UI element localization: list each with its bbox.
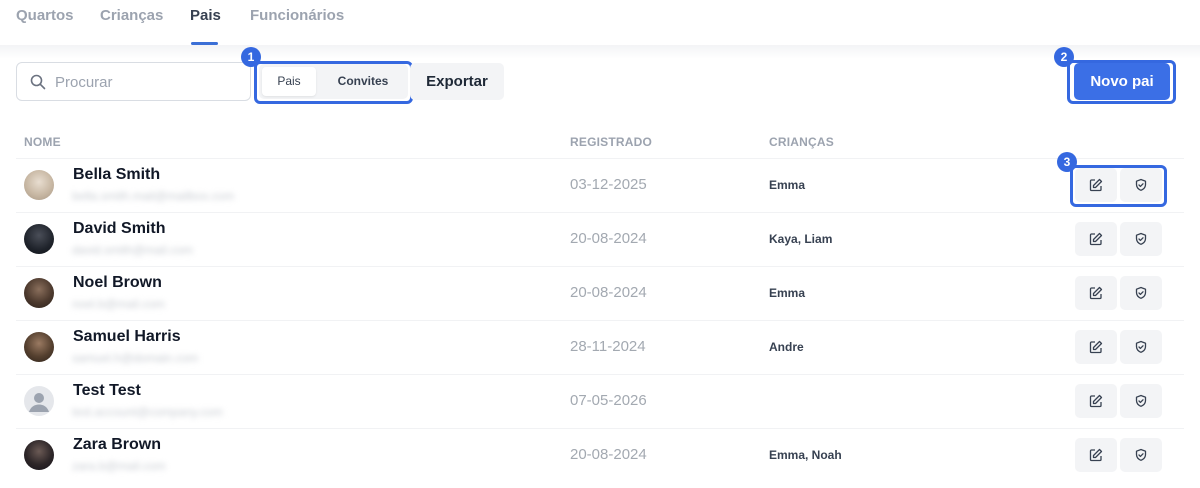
shield-icon	[1135, 286, 1147, 299]
row-divider	[16, 158, 1184, 159]
edit-button[interactable]	[1075, 438, 1117, 472]
tab-divider	[0, 45, 1200, 59]
column-header-registered: REGISTRADO	[570, 135, 653, 149]
avatar	[24, 170, 54, 200]
tab-bar: Quartos Crianças Pais Funcionários	[0, 0, 1200, 46]
parent-name[interactable]: Test Test	[73, 382, 141, 400]
parent-email: bella.smith.mail@mailbox.com	[72, 189, 235, 203]
children-list: Andre	[769, 340, 804, 354]
avatar	[24, 332, 54, 362]
row-divider	[16, 374, 1184, 375]
table-row: Bella Smith bella.smith.mail@mailbox.com…	[0, 158, 1200, 212]
tab-funcionarios[interactable]: Funcionários	[250, 7, 344, 24]
registered-date: 20-08-2024	[570, 230, 647, 247]
children-list: Emma	[769, 178, 806, 192]
edit-button[interactable]	[1075, 330, 1117, 364]
edit-icon	[1089, 394, 1103, 408]
registered-date: 20-08-2024	[570, 284, 647, 301]
edit-button[interactable]	[1075, 384, 1117, 418]
annotation-box-1	[254, 61, 413, 104]
children-list: Emma, Noah	[769, 448, 842, 462]
children-list: Emma	[769, 286, 806, 300]
parent-email: samuel.h@domain.com	[72, 351, 199, 365]
annotation-badge-2: 2	[1054, 47, 1074, 67]
annotation-badge-1: 1	[241, 47, 261, 67]
table-row: Test Test test.account@company.com 07-05…	[0, 374, 1200, 428]
tab-criancas[interactable]: Crianças	[100, 7, 163, 24]
children-list: Kaya, Liam	[769, 232, 833, 246]
registered-date: 28-11-2024	[570, 338, 646, 355]
table-row: Noel Brown noel.b@mail.com 20-08-2024 Em…	[0, 266, 1200, 320]
shield-icon	[1135, 394, 1147, 407]
permissions-button[interactable]	[1120, 438, 1162, 472]
shield-icon	[1135, 340, 1147, 353]
parent-name[interactable]: David Smith	[73, 220, 165, 238]
parent-email: david.smith@mail.com	[72, 243, 193, 257]
search-box[interactable]	[16, 62, 251, 101]
user-placeholder-icon	[29, 393, 49, 412]
annotation-box-3	[1070, 165, 1167, 207]
permissions-button[interactable]	[1120, 330, 1162, 364]
parent-name[interactable]: Samuel Harris	[73, 328, 181, 346]
parent-email: test.account@company.com	[72, 405, 223, 419]
parent-name[interactable]: Zara Brown	[73, 436, 161, 454]
edit-icon	[1089, 286, 1103, 300]
annotation-badge-3: 3	[1057, 152, 1077, 172]
permissions-button[interactable]	[1120, 384, 1162, 418]
edit-icon	[1089, 448, 1103, 462]
registered-date: 03-12-2025	[570, 176, 647, 193]
avatar	[24, 386, 54, 416]
row-divider	[16, 266, 1184, 267]
tab-pais[interactable]: Pais	[190, 7, 221, 24]
parent-name[interactable]: Noel Brown	[73, 274, 162, 292]
permissions-button[interactable]	[1120, 276, 1162, 310]
edit-icon	[1089, 340, 1103, 354]
search-icon	[30, 74, 46, 90]
row-divider	[16, 428, 1184, 429]
parent-email: zara.b@mail.com	[72, 459, 166, 473]
export-button[interactable]: Exportar	[410, 63, 504, 100]
table-row: Zara Brown zara.b@mail.com 20-08-2024 Em…	[0, 428, 1200, 482]
avatar	[24, 440, 54, 470]
shield-icon	[1135, 232, 1147, 245]
tab-quartos[interactable]: Quartos	[16, 7, 74, 24]
table-row: Samuel Harris samuel.h@domain.com 28-11-…	[0, 320, 1200, 374]
annotation-box-2	[1067, 60, 1176, 104]
registered-date: 07-05-2026	[570, 392, 647, 409]
parent-email: noel.b@mail.com	[72, 297, 165, 311]
registered-date: 20-08-2024	[570, 446, 647, 463]
edit-button[interactable]	[1075, 276, 1117, 310]
avatar	[24, 224, 54, 254]
row-divider	[16, 320, 1184, 321]
search-input[interactable]	[55, 71, 240, 93]
shield-icon	[1135, 448, 1147, 461]
edit-button[interactable]	[1075, 222, 1117, 256]
edit-icon	[1089, 232, 1103, 246]
avatar	[24, 278, 54, 308]
column-header-children: CRIANÇAS	[769, 135, 834, 149]
parent-name[interactable]: Bella Smith	[73, 166, 160, 184]
table-row: David Smith david.smith@mail.com 20-08-2…	[0, 212, 1200, 266]
row-divider	[16, 212, 1184, 213]
column-header-name: NOME	[24, 135, 61, 149]
permissions-button[interactable]	[1120, 222, 1162, 256]
